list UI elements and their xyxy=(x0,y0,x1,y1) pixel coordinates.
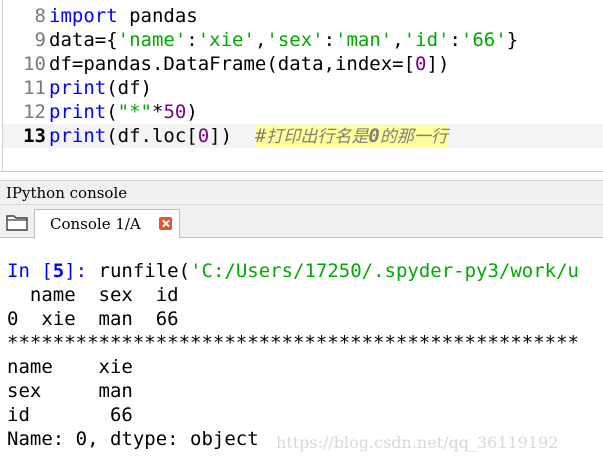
watermark: https://blog.csdn.net/qq_36119192 xyxy=(276,433,559,452)
code-text: (df.loc[ xyxy=(106,125,198,147)
folder-icon[interactable] xyxy=(6,214,28,231)
number-literal: 0 xyxy=(415,53,427,75)
code-text: , xyxy=(254,29,267,51)
ipython-console-pane-header: IPython console xyxy=(0,180,603,205)
string-literal: 'man' xyxy=(335,29,393,51)
line-number-current: 13 xyxy=(23,125,46,147)
string-literal: "*" xyxy=(117,101,152,123)
keyword: import xyxy=(49,5,118,27)
console-output-line: sex man xyxy=(7,380,133,402)
comment-text: 的那一行 xyxy=(379,127,448,147)
string-literal: 'sex' xyxy=(266,29,324,51)
code-text: ( xyxy=(106,101,118,123)
comment-hash: # xyxy=(254,125,267,147)
code-text: data={ xyxy=(49,29,118,51)
code-text: , xyxy=(392,29,404,51)
console-output-line: name xie xyxy=(7,356,133,378)
string-literal: 'xie' xyxy=(197,29,255,51)
line-number: 8 xyxy=(34,5,46,27)
code-comment: #打印出行名是0的那一行 xyxy=(254,125,448,147)
line-number: 10 xyxy=(23,53,46,75)
code-line-9[interactable]: data={'name':'xie','sex':'man','id':'66'… xyxy=(49,28,518,52)
tab-label: Console 1/A xyxy=(50,215,141,233)
code-text: ]) xyxy=(426,53,450,75)
code-editor[interactable]: 8 9 10 11 12 13 import pandas data={'nam… xyxy=(0,0,603,172)
keyword: print xyxy=(49,101,107,123)
console-output-line: name sex id xyxy=(7,284,179,306)
keyword: print xyxy=(49,77,107,99)
tab-console-1-a[interactable]: Console 1/A xyxy=(34,209,180,238)
prompt-in: In [ xyxy=(7,260,53,282)
console-tab-bar: Console 1/A xyxy=(0,205,603,238)
code-line-10[interactable]: df=pandas.DataFrame(data,index=[0]) xyxy=(49,52,449,76)
code-line-11[interactable]: print(df) xyxy=(49,76,152,100)
console-command: runfile( xyxy=(98,260,191,282)
code-line-8[interactable]: import pandas xyxy=(49,4,198,28)
code-text: : xyxy=(186,29,198,51)
code-text: : xyxy=(323,29,336,51)
code-text: ) xyxy=(186,101,198,123)
editor-divider xyxy=(0,171,603,172)
code-text: df=pandas.DataFrame(data,index=[ xyxy=(49,53,416,75)
number-literal: 50 xyxy=(163,101,187,123)
console-input-line: In [5]: runfile('C:/Users/17250/.spyder-… xyxy=(7,259,579,283)
code-line-13[interactable]: print(df.loc[0]) #打印出行名是0的那一行 xyxy=(49,124,448,148)
console-command-arg: 'C:/Users/17250/.spyder-py3/work/u xyxy=(190,260,579,282)
console-output-line: ****************************************… xyxy=(7,332,579,354)
line-number-gutter: 8 9 10 11 12 13 xyxy=(3,0,46,160)
line-number: 11 xyxy=(23,77,46,99)
prompt-number: 5 xyxy=(52,260,65,282)
code-text: ]) xyxy=(209,125,233,147)
string-literal: 'id' xyxy=(403,29,450,51)
line-number: 9 xyxy=(34,29,46,51)
code-text: } xyxy=(506,29,519,51)
close-icon[interactable] xyxy=(159,217,172,230)
console-output-line: id 66 xyxy=(7,404,133,426)
comment-text: 打印出行名是 xyxy=(266,127,369,147)
code-line-12[interactable]: print("*"*50) xyxy=(49,100,198,124)
string-literal: 'name' xyxy=(117,29,187,51)
string-literal: '66' xyxy=(460,29,507,51)
console-output-line: Name: 0, dtype: object xyxy=(7,428,259,450)
code-text: pandas xyxy=(117,5,198,27)
console-output-line: 0 xie man 66 xyxy=(7,308,179,330)
console-output[interactable]: In [5]: runfile('C:/Users/17250/.spyder-… xyxy=(0,238,603,465)
line-number: 12 xyxy=(23,101,46,123)
code-text: * xyxy=(151,101,164,123)
code-text: (df) xyxy=(106,77,152,99)
comment-digit: 0 xyxy=(368,125,380,147)
code-text: : xyxy=(449,29,461,51)
number-literal: 0 xyxy=(197,125,210,147)
prompt-end: ]: xyxy=(64,260,99,282)
keyword: print xyxy=(49,125,107,147)
pane-title: IPython console xyxy=(6,184,128,202)
